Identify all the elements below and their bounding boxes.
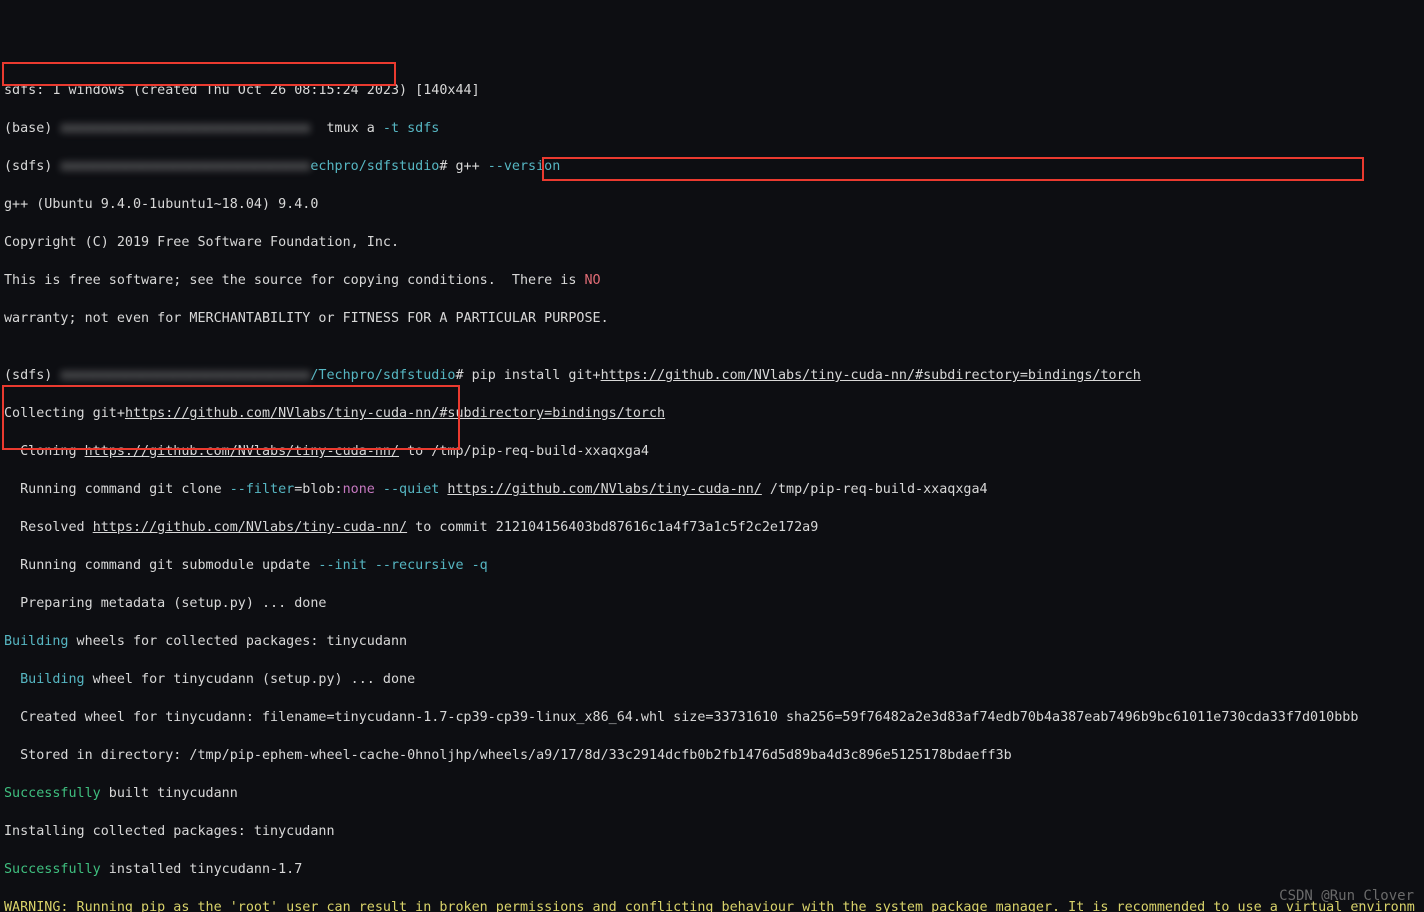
redacted-user-host: xxxxxxxxxxxxxxxxxxxxxxxxxxxxxxx — [60, 159, 310, 174]
line-building-wheels: Building wheels for collected packages: … — [4, 632, 1420, 651]
line-tmux-status: sdfs: 1 windows (created Thu Oct 26 08:1… — [4, 81, 1420, 100]
redacted-user-host: xxxxxxxxxxxxxxxxxxxxxxxxxxxxxxx — [60, 121, 318, 136]
line-gpp-version: g++ (Ubuntu 9.4.0-1ubuntu1~18.04) 9.4.0 — [4, 195, 1420, 214]
line-installing: Installing collected packages: tinycudan… — [4, 822, 1420, 841]
line-created-wheel: Created wheel for tinycudann: filename=t… — [4, 708, 1420, 727]
watermark: CSDN @Run_Clover — [1279, 887, 1414, 906]
line-copyright: Copyright (C) 2019 Free Software Foundat… — [4, 233, 1420, 252]
line-warning: WARNING: Running pip as the 'root' user … — [4, 898, 1420, 912]
line-building-wheel: Building wheel for tinycudann (setup.py)… — [4, 670, 1420, 689]
line-pip-install: (sdfs) xxxxxxxxxxxxxxxxxxxxxxxxxxxxxxx/T… — [4, 366, 1420, 385]
line-submodule: Running command git submodule update --i… — [4, 556, 1420, 575]
line-collecting: Collecting git+https://github.com/NVlabs… — [4, 404, 1420, 423]
line-successfully-installed: Successfully installed tinycudann-1.7 — [4, 860, 1420, 879]
line-preparing: Preparing metadata (setup.py) ... done — [4, 594, 1420, 613]
line-git-clone: Running command git clone --filter=blob:… — [4, 480, 1420, 499]
line-free-software: This is free software; see the source fo… — [4, 271, 1420, 290]
line-stored: Stored in directory: /tmp/pip-ephem-whee… — [4, 746, 1420, 765]
line-resolved: Resolved https://github.com/NVlabs/tiny-… — [4, 518, 1420, 537]
line-prompt-base: (base) xxxxxxxxxxxxxxxxxxxxxxxxxxxxxxx t… — [4, 119, 1420, 138]
line-prompt-sdfs1: (sdfs) xxxxxxxxxxxxxxxxxxxxxxxxxxxxxxxec… — [4, 157, 1420, 176]
terminal-output[interactable]: sdfs: 1 windows (created Thu Oct 26 08:1… — [0, 0, 1424, 912]
line-cloning: Cloning https://github.com/NVlabs/tiny-c… — [4, 442, 1420, 461]
redacted-user-host: xxxxxxxxxxxxxxxxxxxxxxxxxxxxxxx — [60, 368, 310, 383]
line-successfully-built: Successfully built tinycudann — [4, 784, 1420, 803]
line-warranty: warranty; not even for MERCHANTABILITY o… — [4, 309, 1420, 328]
